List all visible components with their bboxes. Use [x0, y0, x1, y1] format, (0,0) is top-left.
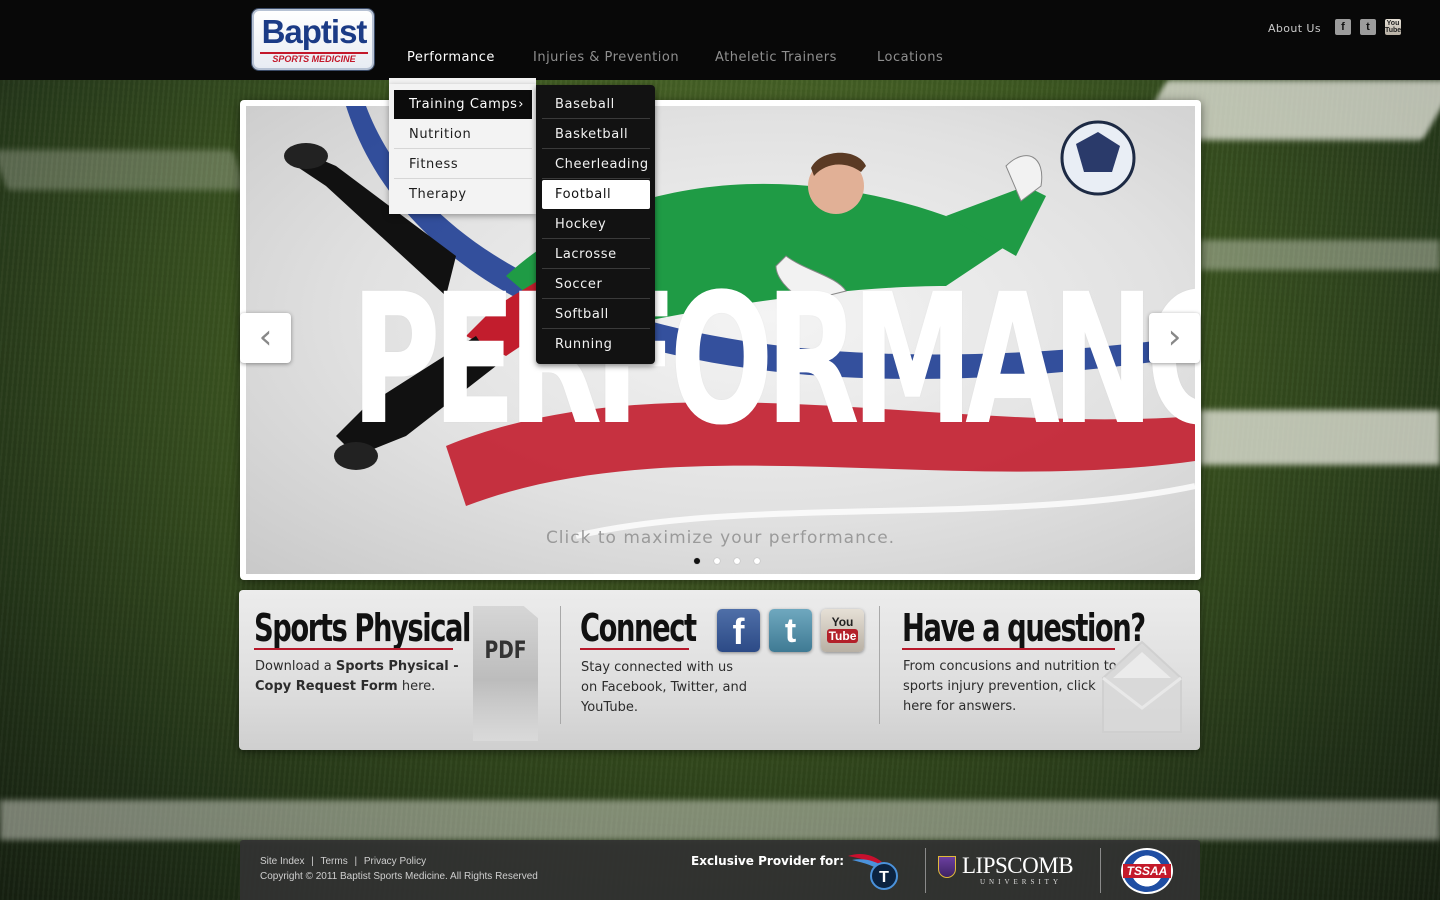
slider-next-button[interactable]: › [1149, 313, 1200, 363]
lipscomb-subtitle: UNIVERSITY [980, 878, 1062, 886]
slider-dot[interactable] [694, 558, 700, 564]
performance-dropdown: Training Camps › Nutrition Fitness Thera… [389, 84, 536, 214]
logo-tagline: SPORTS MEDICINE [260, 52, 368, 65]
question-text[interactable]: From concusions and nutrition to sports … [903, 657, 1118, 717]
sports-physical-title[interactable]: Sports Physical [254, 606, 471, 650]
menu-item-training-camps[interactable]: Training Camps › [394, 90, 532, 119]
titans-logo[interactable]: T [846, 850, 902, 890]
divider [1100, 848, 1101, 893]
pdf-label: PDF [484, 636, 527, 664]
slider-dot[interactable] [714, 558, 720, 564]
submenu-item-lacrosse[interactable]: Lacrosse [542, 240, 650, 269]
submenu-item-basketball[interactable]: Basketball [542, 120, 650, 149]
connect-text: Stay connected with us on Facebook, Twit… [581, 660, 747, 715]
hero-title: PERFORMANCE [351, 256, 1195, 465]
slider-prev-button[interactable]: ‹ [240, 313, 291, 363]
footer-separator: | [311, 856, 314, 867]
hero-tagline[interactable]: Click to maximize your performance. [246, 528, 1195, 548]
slider-dot[interactable] [754, 558, 760, 564]
divider [879, 606, 880, 724]
submenu-item-running[interactable]: Running [542, 330, 650, 359]
submenu-item-cheerleading[interactable]: Cheerleading [542, 150, 650, 179]
exclusive-provider-label: Exclusive Provider for: [691, 854, 844, 868]
menu-item-label: Training Camps [409, 97, 518, 112]
footer-link-site-index[interactable]: Site Index [260, 856, 304, 867]
twitter-icon[interactable]: t [769, 609, 812, 652]
twitter-icon[interactable]: t [1360, 19, 1376, 35]
tssaa-wordmark: TSSAA [1123, 864, 1171, 878]
menu-item-nutrition[interactable]: Nutrition [394, 120, 532, 149]
youtube-icon[interactable]: You Tube [821, 609, 864, 652]
submenu-item-football[interactable]: Football [542, 180, 650, 209]
divider [560, 606, 561, 724]
field-line [1200, 240, 1440, 270]
footer-link-terms[interactable]: Terms [320, 856, 347, 867]
copyright: Copyright © 2011 Baptist Sports Medicine… [260, 871, 538, 882]
youtube-icon-top: You [831, 615, 854, 629]
title-underline [254, 648, 453, 650]
field-line [0, 150, 248, 190]
footer-separator: | [354, 856, 358, 867]
field-line [1200, 410, 1440, 465]
field-line [0, 800, 1440, 840]
youtube-icon-top: You [1386, 20, 1400, 27]
submenu-item-baseball[interactable]: Baseball [542, 90, 650, 119]
submenu-item-softball[interactable]: Softball [542, 300, 650, 329]
slider-dot[interactable] [734, 558, 740, 564]
connect-title: Connect [580, 606, 697, 650]
footer: Site Index | Terms | Privacy Policy Copy… [240, 840, 1200, 900]
pdf-icon[interactable]: PDF [473, 606, 538, 741]
footer-link-privacy-policy[interactable]: Privacy Policy [364, 856, 426, 867]
top-navigation-bar: Baptist SPORTS MEDICINE Performance Inju… [0, 0, 1440, 80]
chevron-right-icon: › [518, 97, 524, 112]
lipscomb-wordmark: LIPSCOMB [962, 853, 1074, 878]
hero-slider[interactable]: PERFORMANCE Click to maximize your perfo… [240, 100, 1201, 580]
menu-item-fitness[interactable]: Fitness [394, 150, 532, 179]
sports-physical-text-prefix: Download a [255, 659, 336, 674]
nav-item-atheletic-trainers[interactable]: Atheletic Trainers [715, 50, 837, 66]
lipscomb-crest [938, 856, 956, 878]
submenu-item-soccer[interactable]: Soccer [542, 270, 650, 299]
facebook-icon[interactable]: f [1335, 19, 1351, 35]
title-underline [580, 648, 689, 650]
footer-links: Site Index | Terms | Privacy Policy [260, 855, 430, 869]
title-underline [902, 648, 1115, 650]
about-us-link[interactable]: About Us [1268, 22, 1321, 36]
divider [925, 848, 926, 893]
youtube-icon[interactable]: You Tube [1385, 19, 1401, 35]
nav-item-injuries-prevention[interactable]: Injuries & Prevention [533, 50, 679, 66]
sports-physical-text-suffix: here. [397, 679, 436, 694]
sports-physical-text[interactable]: Download a Sports Physical - Copy Reques… [255, 657, 465, 697]
facebook-icon[interactable]: f [717, 609, 760, 652]
logo[interactable]: Baptist SPORTS MEDICINE [252, 9, 374, 70]
youtube-icon-bottom: Tube [1385, 27, 1402, 34]
training-camps-submenu: Baseball Basketball Cheerleading Footbal… [536, 85, 655, 364]
nav-item-locations[interactable]: Locations [877, 50, 943, 66]
info-panel: Sports Physical Download a Sports Physic… [239, 590, 1200, 750]
youtube-icon-bottom: Tube [826, 629, 859, 643]
menu-item-therapy[interactable]: Therapy [394, 180, 532, 209]
svg-text:T: T [879, 869, 889, 886]
submenu-item-hockey[interactable]: Hockey [542, 210, 650, 239]
logo-name: Baptist [261, 13, 368, 50]
tssaa-logo[interactable]: TSSAA [1121, 848, 1173, 894]
lipscomb-logo[interactable]: LIPSCOMB UNIVERSITY [938, 853, 1074, 886]
nav-item-performance[interactable]: Performance [407, 50, 495, 66]
envelope-icon[interactable] [1101, 638, 1183, 734]
